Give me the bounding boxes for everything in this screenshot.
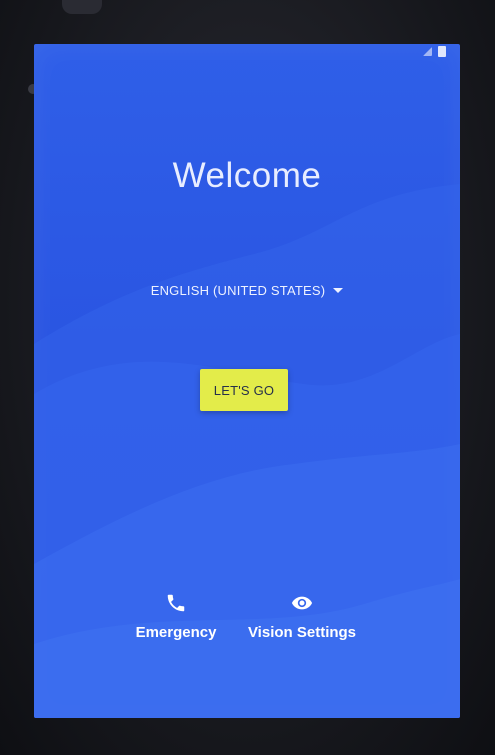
eye-icon	[291, 596, 313, 610]
vision-settings-label: Vision Settings	[247, 624, 357, 641]
status-bar	[423, 46, 446, 57]
vision-settings-button[interactable]: Vision Settings	[242, 592, 362, 641]
language-selector[interactable]: ENGLISH (UNITED STATES)	[34, 282, 460, 298]
page-title: Welcome	[172, 156, 322, 195]
welcome-screen: Welcome ENGLISH (UNITED STATES) LET'S GO…	[34, 44, 460, 718]
device-top-bezel	[62, 0, 102, 14]
signal-icon	[423, 47, 432, 56]
device-frame: Welcome ENGLISH (UNITED STATES) LET'S GO…	[0, 0, 495, 755]
language-selector-value: ENGLISH (UNITED STATES)	[150, 283, 326, 299]
phone-icon	[167, 594, 185, 612]
battery-icon	[438, 46, 446, 57]
lets-go-button[interactable]: LET'S GO	[200, 369, 288, 411]
emergency-label: Emergency	[135, 624, 217, 641]
emergency-button[interactable]: Emergency	[130, 592, 222, 641]
chevron-down-icon	[333, 288, 344, 294]
